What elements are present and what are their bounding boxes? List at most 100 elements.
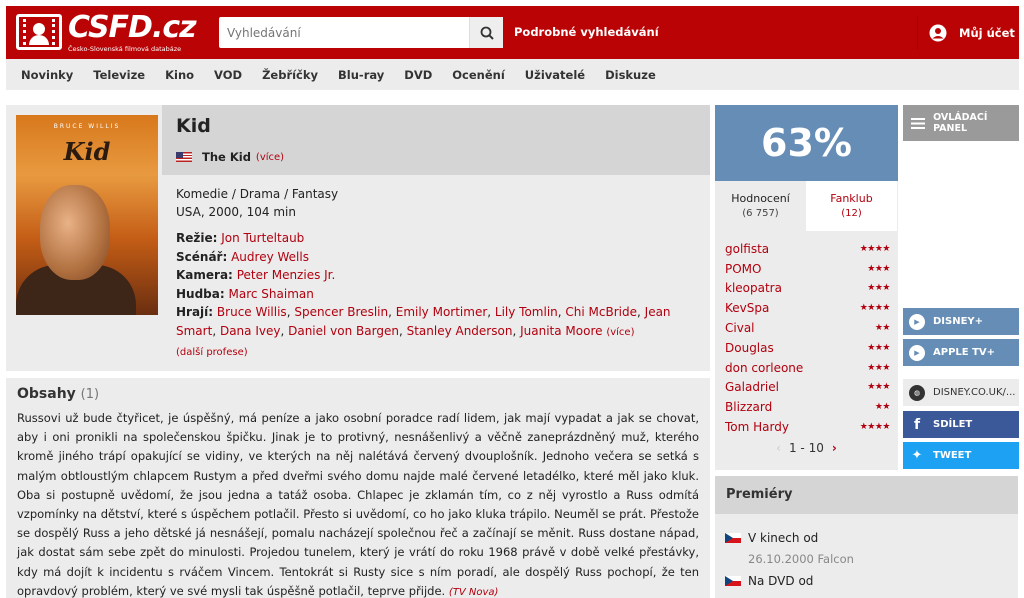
- facebook-icon: f: [913, 416, 921, 433]
- cast-link[interactable]: Juanita Moore: [520, 324, 602, 338]
- plot-text: Russovi už bude čtyřicet, je úspěšný, má…: [17, 411, 699, 598]
- user-link[interactable]: Blizzard: [725, 400, 772, 414]
- user-link[interactable]: Tom Hardy: [725, 420, 789, 434]
- nav-bluray[interactable]: Blu-ray: [338, 68, 384, 82]
- cast-link[interactable]: Chi McBride: [565, 305, 637, 319]
- nav-uzivatele[interactable]: Uživatelé: [525, 68, 585, 82]
- more-titles-link[interactable]: (více): [256, 152, 284, 163]
- tab-ratings[interactable]: Hodnocení (6 757): [715, 181, 806, 231]
- list-item: kleopatra ★★★: [725, 279, 890, 299]
- premieres-heading: Premiéry: [715, 476, 1018, 514]
- nav-diskuze[interactable]: Diskuze: [605, 68, 656, 82]
- title-band: Kid The Kid (více): [162, 105, 710, 175]
- user-link[interactable]: don corleone: [725, 361, 803, 375]
- cast-link[interactable]: Daniel von Bargen: [288, 324, 399, 338]
- plot-source[interactable]: (TV Nova): [449, 587, 499, 598]
- original-title-text: The Kid: [202, 150, 251, 164]
- list-item: golfista ★★★★: [725, 239, 891, 259]
- user-link[interactable]: Douglas: [725, 341, 774, 355]
- crew-music: Hudba: Marc Shaiman: [176, 286, 314, 301]
- nav-novinky[interactable]: Novinky: [21, 68, 73, 82]
- user-link[interactable]: Galadriel: [725, 380, 779, 394]
- nav-oceneni[interactable]: Ocenění: [452, 68, 505, 82]
- list-item: POMO ★★★: [725, 259, 890, 279]
- film-genres: Komedie / Drama / Fantasy: [176, 187, 339, 201]
- nav-televize[interactable]: Televize: [93, 68, 145, 82]
- rating-stars: ★★★: [867, 342, 890, 353]
- chevron-right-icon[interactable]: ›: [832, 441, 837, 455]
- header-divider: [917, 16, 918, 49]
- nav-vod[interactable]: VOD: [214, 68, 242, 82]
- list-item: Cival ★★: [725, 318, 891, 338]
- tab-fanclub[interactable]: Fanklub (12): [806, 181, 897, 231]
- account-button[interactable]: Můj účet: [928, 24, 1015, 42]
- music-link[interactable]: Marc Shaiman: [229, 287, 314, 301]
- list-item: Galadriel ★★★: [725, 378, 890, 398]
- site-logo[interactable]: CSFD.cz Česko-Slovenská filmová databáze: [16, 10, 197, 54]
- poster-actor: BRUCE WILLIS: [53, 123, 121, 130]
- rating-stars: ★★★★: [859, 303, 891, 314]
- user-link[interactable]: KevSpa: [725, 301, 769, 315]
- user-link[interactable]: Cival: [725, 321, 755, 335]
- search-box: [219, 17, 503, 48]
- film-details: Komedie / Drama / Fantasy USA, 2000, 104…: [176, 185, 696, 363]
- rating-stars: ★★: [874, 323, 891, 334]
- camera-link[interactable]: Peter Menzies Jr.: [237, 268, 336, 282]
- rating-stars: ★★★: [867, 362, 890, 373]
- cast-link[interactable]: Dana Ivey: [220, 324, 281, 338]
- cz-flag-icon: [725, 576, 741, 586]
- cast-link[interactable]: Bruce Willis: [217, 305, 287, 319]
- cast-link[interactable]: Spencer Breslin: [294, 305, 388, 319]
- search-button[interactable]: [469, 17, 503, 48]
- film-poster[interactable]: BRUCE WILLIS Kid: [16, 115, 158, 315]
- premiere-cinema-date: 26.10.2000 Falcon: [748, 552, 854, 566]
- account-label: Můj účet: [959, 26, 1015, 40]
- rating-stars: ★★: [874, 402, 891, 413]
- facebook-share-button[interactable]: f SDÍLET: [903, 411, 1019, 438]
- logo-film-icon: [16, 14, 62, 50]
- more-professions-link[interactable]: (další profese): [176, 344, 696, 363]
- screenwriter-link[interactable]: Audrey Wells: [231, 250, 309, 264]
- menu-icon: [911, 117, 926, 129]
- poster-title: Kid: [63, 137, 111, 166]
- user-icon: [929, 24, 947, 42]
- play-icon: ▶: [909, 344, 925, 361]
- disney-plus-button[interactable]: ▶ DISNEY+: [903, 308, 1019, 335]
- list-item: KevSpa ★★★★: [725, 298, 891, 318]
- film-title: Kid: [176, 115, 211, 137]
- cast-link[interactable]: Lily Tomlin: [495, 305, 558, 319]
- crew-director: Režie: Jon Turteltaub: [176, 231, 305, 245]
- plot-count: (1): [80, 387, 100, 402]
- globe-icon: ◍: [909, 384, 925, 401]
- nav-kino[interactable]: Kino: [165, 68, 194, 82]
- control-panel-button[interactable]: OVLÁDACÍ PANEL: [903, 105, 1019, 141]
- apple-tv-button[interactable]: ▶ APPLE TV+: [903, 339, 1019, 366]
- user-link[interactable]: golfista: [725, 242, 769, 256]
- film-crew: Režie: Jon Turteltaub Scénář: Audrey Wel…: [176, 229, 696, 363]
- twitter-tweet-button[interactable]: ✦ TWEET: [903, 442, 1019, 469]
- film-info-box: BRUCE WILLIS Kid Kid The Kid (více) Kome…: [6, 105, 710, 371]
- chevron-left-icon: ‹: [776, 441, 781, 455]
- search-input[interactable]: [219, 17, 469, 48]
- user-link[interactable]: kleopatra: [725, 281, 782, 295]
- cast-link[interactable]: Emily Mortimer: [396, 305, 488, 319]
- director-link[interactable]: Jon Turteltaub: [221, 231, 304, 245]
- film-origin: USA, 2000, 104 min: [176, 205, 296, 219]
- rating-box: 63% Hodnocení (6 757) Fanklub (12) golfist…: [715, 105, 898, 470]
- user-ratings-list: golfista ★★★★ POMO ★★★ kleopatra ★★★ KevSpa…: [725, 239, 891, 437]
- advanced-search-link[interactable]: Podrobné vyhledávání: [514, 25, 659, 39]
- premiere-dvd: Na DVD od: [725, 574, 813, 588]
- more-cast-link[interactable]: (více): [606, 327, 634, 338]
- website-link[interactable]: ◍ DISNEY.CO.UK/...: [903, 379, 1019, 406]
- rating-stars: ★★★: [867, 283, 890, 294]
- user-link[interactable]: POMO: [725, 262, 761, 276]
- main-nav: Novinky Televize Kino VOD Žebříčky Blu-r…: [6, 59, 1019, 90]
- nav-zebricky[interactable]: Žebříčky: [262, 68, 318, 82]
- crew-camera: Kamera: Peter Menzies Jr.: [176, 268, 336, 282]
- us-flag-icon: [176, 152, 192, 162]
- rating-stars: ★★★: [867, 263, 890, 274]
- nav-dvd[interactable]: DVD: [404, 68, 432, 82]
- rating-score: 63%: [715, 105, 898, 181]
- cast-link[interactable]: Stanley Anderson: [407, 324, 513, 338]
- list-item: Douglas ★★★: [725, 338, 890, 358]
